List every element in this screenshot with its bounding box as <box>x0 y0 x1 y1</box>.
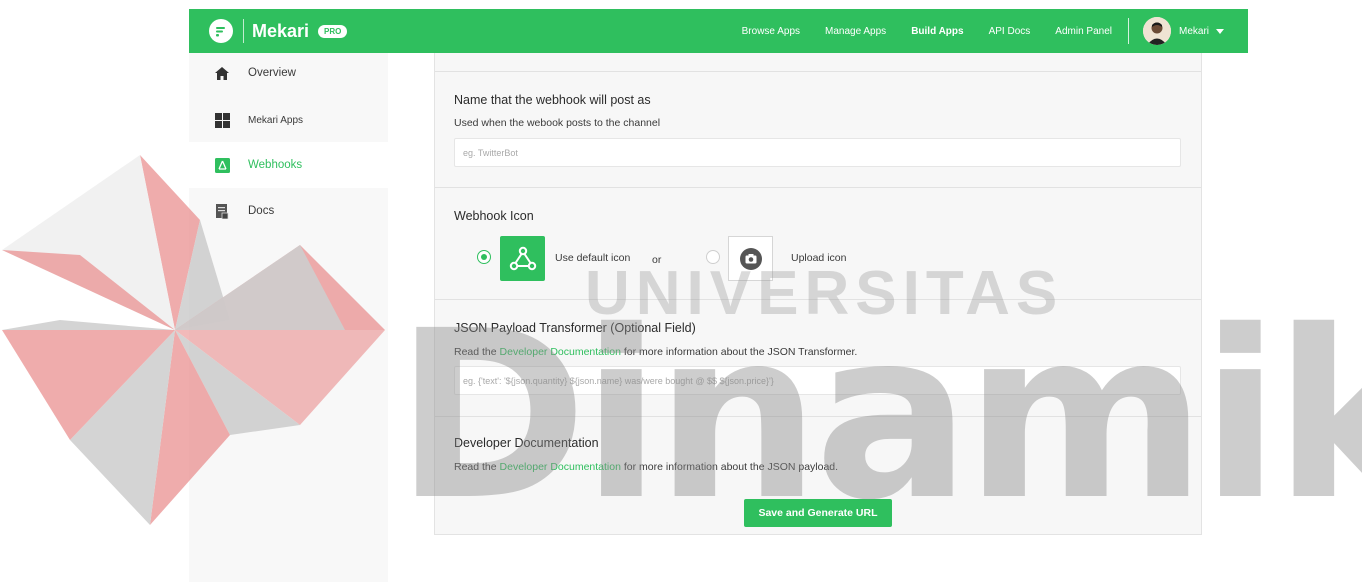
pro-badge: PRO <box>318 24 348 38</box>
webhook-form-card: Name that the webhook will post as Used … <box>434 53 1202 535</box>
top-nav: Browse Apps Manage Apps Build Apps API D… <box>717 9 1224 53</box>
document-icon <box>214 203 230 219</box>
mekari-logo-icon <box>209 19 233 43</box>
avatar <box>1142 17 1171 45</box>
divider <box>435 299 1201 300</box>
webhook-default-icon[interactable] <box>500 236 545 281</box>
desc-suffix: for more information about the JSON payl… <box>623 461 839 473</box>
sidebar: Overview Mekari Apps Webhooks Docs <box>189 53 388 582</box>
nav-admin-panel[interactable]: Admin Panel <box>1055 26 1112 37</box>
icon-section-title: Webhook Icon <box>454 209 534 223</box>
docs-section-description: Read the Developer Documentation for mor… <box>454 461 838 473</box>
divider <box>435 71 1201 72</box>
desc-prefix: Read the <box>454 461 497 473</box>
sidebar-item-docs[interactable]: Docs <box>189 188 388 234</box>
divider <box>435 187 1201 188</box>
docs-section-title: Developer Documentation <box>454 436 599 450</box>
top-navbar: Mekari PRO Browse Apps Manage Apps Build… <box>189 9 1248 53</box>
brand-name: Mekari <box>252 20 310 41</box>
brand[interactable]: Mekari PRO <box>209 9 348 53</box>
json-section-title: JSON Payload Transformer (Optional Field… <box>454 321 696 335</box>
sidebar-item-label: Docs <box>248 205 275 217</box>
nav-build-apps[interactable]: Build Apps <box>911 26 963 37</box>
user-name: Mekari <box>1178 25 1209 37</box>
name-section-description: Used when the webook posts to the channe… <box>454 117 661 129</box>
nav-browse-apps[interactable]: Browse Apps <box>742 26 800 37</box>
sidebar-item-label: Overview <box>248 67 296 79</box>
sidebar-item-mekari-apps[interactable]: Mekari Apps <box>189 97 388 143</box>
nav-manage-apps[interactable]: Manage Apps <box>825 26 886 37</box>
upload-icon-label: Upload icon <box>791 252 847 264</box>
desc-prefix: Read the <box>454 346 497 358</box>
default-icon-radio[interactable] <box>477 250 491 264</box>
json-section-description: Read the Developer Documentation for mor… <box>454 346 857 358</box>
home-icon <box>214 65 230 81</box>
nav-api-docs[interactable]: API Docs <box>989 26 1031 37</box>
camera-icon <box>739 247 762 270</box>
user-menu[interactable]: Mekari <box>1142 17 1224 45</box>
divider <box>435 416 1201 417</box>
sidebar-item-overview[interactable]: Overview <box>189 50 388 96</box>
name-section-title: Name that the webhook will post as <box>454 93 651 107</box>
webhook-icon <box>214 157 230 173</box>
or-label: or <box>652 254 662 266</box>
sidebar-item-label: Mekari Apps <box>248 114 304 126</box>
default-icon-label: Use default icon <box>555 252 631 264</box>
nav-separator <box>1127 18 1129 44</box>
upload-icon-radio[interactable] <box>706 250 720 264</box>
brand-separator <box>243 19 244 43</box>
grid-icon <box>214 112 230 128</box>
save-generate-url-button[interactable]: Save and Generate URL <box>744 499 892 527</box>
desc-suffix: for more information about the JSON Tran… <box>623 346 858 358</box>
chevron-down-icon <box>1216 28 1224 34</box>
webhook-name-input[interactable] <box>454 138 1181 167</box>
developer-docs-link[interactable]: Developer Documentation <box>500 346 621 358</box>
sidebar-item-webhooks[interactable]: Webhooks <box>189 142 388 188</box>
sidebar-item-label: Webhooks <box>248 159 303 171</box>
json-transformer-input[interactable] <box>454 366 1181 395</box>
upload-icon-button[interactable] <box>728 236 773 281</box>
developer-docs-link[interactable]: Developer Documentation <box>500 461 621 473</box>
